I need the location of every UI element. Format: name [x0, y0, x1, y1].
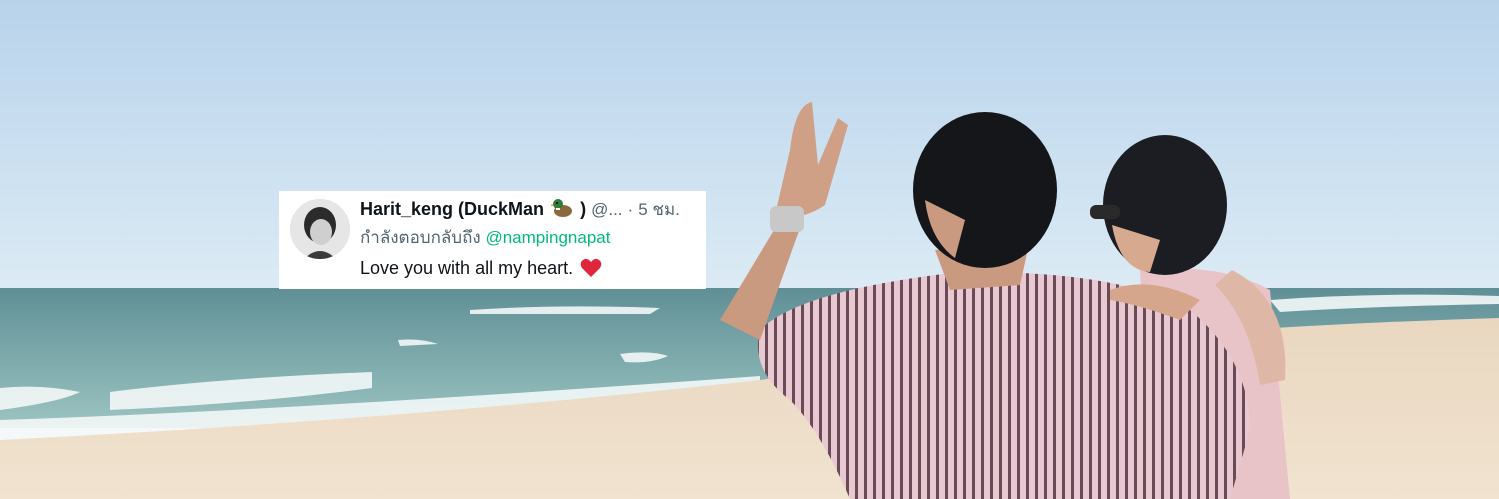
red-heart-emoji-icon: [580, 258, 602, 278]
sky: [0, 0, 1499, 290]
handle[interactable]: @...: [591, 200, 622, 219]
reply-context: กำลังตอบกลับถึง @nampingnapat: [360, 227, 610, 249]
tweet-card: Harit_keng (DuckMan ) @... · 5 ชม. กำลัง…: [279, 191, 706, 289]
avatar-image: [290, 199, 350, 259]
beach-photo: [0, 0, 1499, 499]
tweet-header: Harit_keng (DuckMan ) @... · 5 ชม.: [360, 198, 680, 221]
avatar[interactable]: [290, 199, 350, 259]
reply-mention-link[interactable]: @nampingnapat: [485, 228, 610, 247]
tweet-text: Love you with all my heart.: [360, 258, 574, 278]
display-name-close: ): [580, 199, 587, 219]
reply-prefix: กำลังตอบกลับถึง: [360, 228, 481, 247]
duck-emoji-icon: [550, 198, 573, 218]
separator: ·: [627, 200, 634, 219]
tweet-body: Love you with all my heart.: [360, 257, 602, 279]
display-name[interactable]: Harit_keng (DuckMan: [360, 199, 544, 219]
timestamp[interactable]: 5 ชม.: [638, 200, 680, 219]
